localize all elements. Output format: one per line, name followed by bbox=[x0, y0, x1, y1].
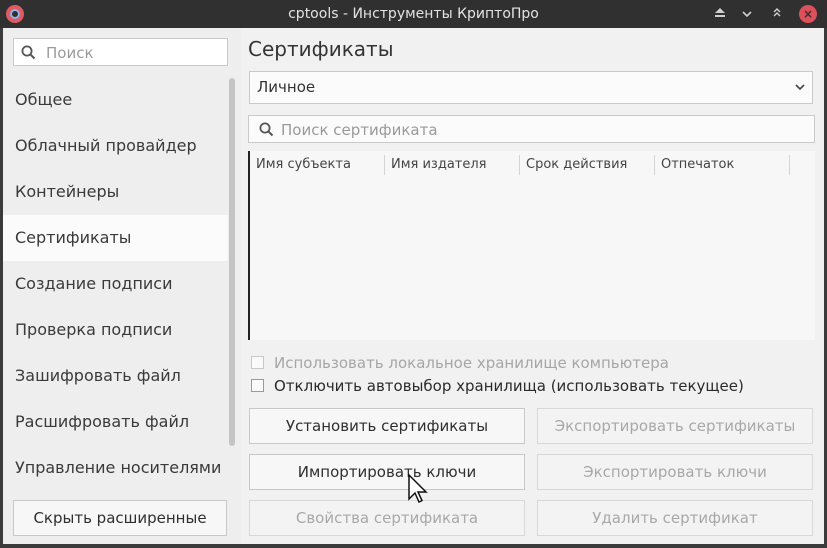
mouse-cursor-icon bbox=[408, 473, 428, 504]
title-bar: cptools - Инструменты КриптоПро × bbox=[0, 0, 827, 28]
chevron-down-icon bbox=[795, 84, 805, 91]
sidebar-item-encrypt-file[interactable]: Зашифровать файл bbox=[3, 353, 228, 399]
certificate-properties-button[interactable]: Свойства сертификата bbox=[249, 500, 525, 536]
shade-window-icon[interactable] bbox=[711, 5, 729, 23]
store-select[interactable]: Личное bbox=[249, 71, 813, 104]
certificate-search-input[interactable] bbox=[279, 119, 803, 141]
sidebar: Общее Облачный провайдер Контейнеры Серт… bbox=[3, 28, 241, 544]
close-window-icon[interactable]: × bbox=[799, 5, 817, 23]
export-certificates-button[interactable]: Экспортировать сертификаты bbox=[537, 408, 813, 444]
sidebar-item-verify-signature[interactable]: Проверка подписи bbox=[3, 307, 228, 353]
sidebar-search-input[interactable] bbox=[44, 42, 226, 64]
window-content: Общее Облачный провайдер Контейнеры Серт… bbox=[3, 28, 824, 544]
sidebar-item-media-management[interactable]: Управление носителями bbox=[3, 445, 228, 491]
hide-advanced-button[interactable]: Скрыть расширенные bbox=[13, 500, 227, 536]
sidebar-scrollbar[interactable] bbox=[229, 78, 235, 446]
search-icon bbox=[21, 45, 36, 60]
sidebar-item-general[interactable]: Общее bbox=[3, 77, 228, 123]
sidebar-item-containers[interactable]: Контейнеры bbox=[3, 169, 228, 215]
column-header-validity[interactable]: Срок действия bbox=[520, 155, 655, 175]
use-local-store-checkbox[interactable] bbox=[251, 356, 264, 369]
sidebar-item-create-signature[interactable]: Создание подписи bbox=[3, 261, 228, 307]
install-certificates-button[interactable]: Установить сертификаты bbox=[249, 408, 525, 444]
search-icon bbox=[259, 122, 274, 137]
use-local-store-label: Использовать локальное хранилище компьют… bbox=[274, 354, 669, 372]
sidebar-item-decrypt-file[interactable]: Расшифровать файл bbox=[3, 399, 228, 445]
maximize-icon[interactable] bbox=[768, 5, 786, 23]
import-keys-button[interactable]: Импортировать ключи bbox=[249, 454, 525, 490]
column-header-thumbprint[interactable]: Отпечаток bbox=[655, 155, 790, 175]
disable-autoselect-label: Отключить автовыбор хранилища (использов… bbox=[274, 377, 744, 395]
sidebar-search-field[interactable] bbox=[13, 38, 228, 66]
sidebar-nav: Общее Облачный провайдер Контейнеры Серт… bbox=[3, 77, 228, 491]
page-title: Сертификаты bbox=[248, 37, 394, 61]
sidebar-item-certificates[interactable]: Сертификаты bbox=[3, 215, 228, 261]
window-title: cptools - Инструменты КриптоПро bbox=[288, 6, 539, 22]
store-select-value: Личное bbox=[257, 78, 316, 96]
table-header: Имя субъекта Имя издателя Срок действия … bbox=[250, 151, 815, 179]
column-header-subject[interactable]: Имя субъекта bbox=[250, 155, 385, 175]
minimize-icon[interactable] bbox=[738, 5, 756, 23]
certificate-search-field[interactable] bbox=[248, 115, 815, 143]
main-panel: Сертификаты Личное Имя субъекта Имя изда… bbox=[241, 28, 824, 544]
sidebar-item-cloud-provider[interactable]: Облачный провайдер bbox=[3, 123, 228, 169]
delete-certificate-button[interactable]: Удалить сертификат bbox=[537, 500, 813, 536]
certificates-table[interactable]: Имя субъекта Имя издателя Срок действия … bbox=[248, 151, 815, 340]
column-header-issuer[interactable]: Имя издателя bbox=[385, 155, 520, 175]
disable-autoselect-checkbox[interactable] bbox=[251, 379, 264, 392]
export-keys-button[interactable]: Экспортировать ключи bbox=[537, 454, 813, 490]
